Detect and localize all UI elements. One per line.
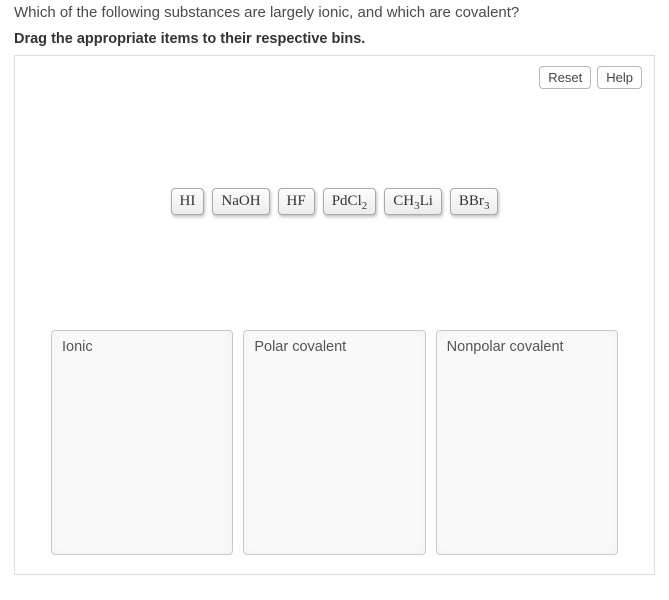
- draggable-items-row: HI NaOH HF PdCl2 CH3Li BBr3: [27, 188, 642, 215]
- instruction-text: Drag the appropriate items to their resp…: [14, 31, 655, 47]
- item-ch3li[interactable]: CH3Li: [384, 188, 442, 215]
- item-naoh[interactable]: NaOH: [212, 188, 269, 215]
- help-button[interactable]: Help: [597, 66, 642, 89]
- item-label: PdCl: [332, 193, 362, 209]
- bin-label: Polar covalent: [254, 339, 346, 355]
- toolbar: Reset Help: [539, 66, 642, 89]
- bin-nonpolar-covalent[interactable]: Nonpolar covalent: [436, 330, 618, 555]
- item-hi[interactable]: HI: [171, 188, 205, 215]
- bin-polar-covalent[interactable]: Polar covalent: [243, 330, 425, 555]
- item-label-b: Li: [420, 193, 433, 209]
- bins-row: Ionic Polar covalent Nonpolar covalent: [27, 330, 642, 555]
- question-text: Which of the following substances are la…: [14, 4, 655, 21]
- bin-label: Ionic: [62, 339, 93, 355]
- bin-ionic[interactable]: Ionic: [51, 330, 233, 555]
- item-label: HI: [180, 193, 196, 209]
- reset-button[interactable]: Reset: [539, 66, 591, 89]
- item-bbr3[interactable]: BBr3: [450, 188, 499, 215]
- item-label: NaOH: [221, 193, 260, 209]
- item-subscript: 3: [484, 200, 490, 212]
- drag-panel: Reset Help HI NaOH HF PdCl2 CH3Li BBr3 I…: [14, 55, 655, 575]
- item-hf[interactable]: HF: [278, 188, 315, 215]
- item-label: CH: [393, 193, 414, 209]
- item-label: BBr: [459, 193, 484, 209]
- item-subscript: 3: [414, 200, 420, 212]
- item-label: HF: [287, 193, 306, 209]
- item-subscript: 2: [362, 200, 368, 212]
- bin-label: Nonpolar covalent: [447, 339, 564, 355]
- item-pdcl2[interactable]: PdCl2: [323, 188, 377, 215]
